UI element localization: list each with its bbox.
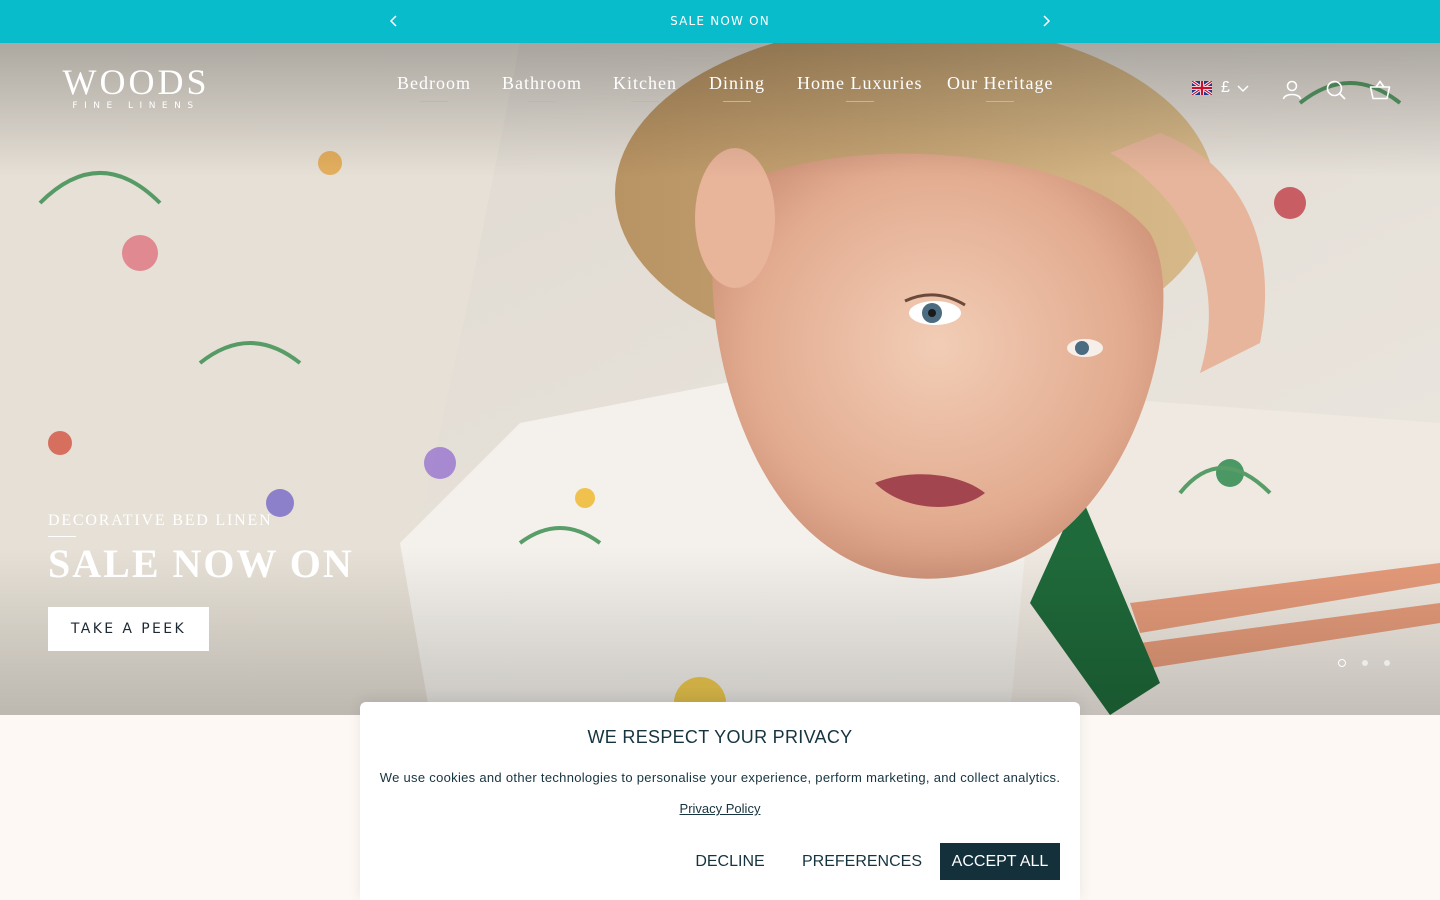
announcement-text[interactable]: SALE NOW ON [0,14,1440,28]
nav-home-luxuries-label: Home Luxuries [797,73,923,93]
slide-dot-3[interactable] [1384,660,1390,666]
nav-kitchen[interactable]: Kitchen [613,73,677,102]
nav-our-heritage-label: Our Heritage [947,73,1054,93]
hero-title: SALE NOW ON [48,541,354,586]
nav-underline [630,101,659,102]
nav-dining-label: Dining [709,73,766,93]
nav-underline [723,101,751,102]
nav-bathroom[interactable]: Bathroom [502,73,582,102]
hero-subtitle: DECORATIVE BED LINEN [48,512,273,529]
nav-kitchen-label: Kitchen [613,73,677,93]
preferences-button[interactable]: PREFERENCES [797,843,927,880]
slide-dot-2[interactable] [1362,660,1368,666]
chevron-down-icon [1237,85,1249,93]
nav-underline [845,101,874,102]
nav-underline [420,101,448,102]
logo-tagline: FINE LINENS [72,101,200,111]
nav-underline [986,101,1015,102]
take-a-peek-button[interactable]: TAKE A PEEK [48,607,209,651]
cookie-consent-dialog: WE RESPECT YOUR PRIVACY We use cookies a… [360,702,1080,900]
cookie-title: WE RESPECT YOUR PRIVACY [587,727,853,747]
hero-banner [0,43,1440,715]
slide-dot-1[interactable] [1338,659,1346,667]
uk-flag-icon [1192,81,1212,95]
nav-our-heritage[interactable]: Our Heritage [947,73,1054,102]
accept-all-button[interactable]: ACCEPT ALL [940,843,1060,880]
logo-wordmark: WOODS [62,62,210,102]
decline-button[interactable]: DECLINE [681,843,779,880]
nav-bedroom-label: Bedroom [397,73,471,93]
nav-dining[interactable]: Dining [709,73,766,102]
next-announcement-button[interactable] [1037,12,1055,30]
nav-home-luxuries[interactable]: Home Luxuries [797,73,923,102]
nav-bedroom[interactable]: Bedroom [397,73,471,102]
nav-underline [528,101,556,102]
privacy-policy-link[interactable]: Privacy Policy [360,801,1080,816]
currency-symbol: £ [1221,79,1230,96]
nav-bathroom-label: Bathroom [502,73,582,93]
currency-selector[interactable]: £ [1190,76,1254,104]
announcement-bar: SALE NOW ON [0,0,1440,43]
chevron-right-icon [1043,15,1051,27]
hero-image [0,43,1440,715]
basket-icon[interactable] [1368,78,1392,102]
hero-divider [48,536,76,537]
search-icon[interactable] [1324,78,1348,102]
cookie-message: We use cookies and other technologies to… [379,770,1061,785]
account-icon[interactable] [1280,78,1304,102]
site-logo[interactable]: WOODS FINE LINENS [50,62,222,112]
